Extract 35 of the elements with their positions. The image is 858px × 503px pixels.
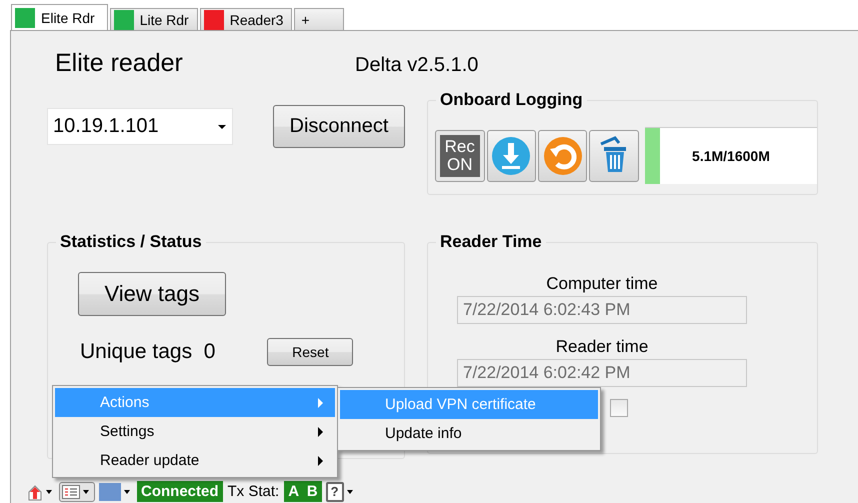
menu-item[interactable]: Settings — [55, 417, 335, 446]
tab[interactable]: Elite Rdr — [11, 4, 108, 30]
reset-button[interactable]: Reset — [267, 338, 354, 366]
menu-item[interactable]: Reader update — [55, 446, 335, 475]
computer-time-label: Computer time — [545, 274, 659, 294]
unique-tags-label: Unique tags — [80, 340, 194, 364]
delete-button[interactable] — [589, 130, 639, 182]
version-label: Delta v2.5.1.0 — [355, 54, 478, 77]
download-icon — [491, 136, 532, 176]
tab[interactable]: + — [294, 8, 344, 30]
reader-time-field: 7/22/2014 6:02:42 PM — [457, 359, 747, 387]
menu-item[interactable]: Update info — [340, 419, 598, 448]
list-icon — [62, 484, 80, 498]
checkbox[interactable] — [610, 399, 628, 417]
tab[interactable]: Lite Rdr — [110, 8, 198, 30]
download-button[interactable] — [486, 130, 536, 182]
house-arrow-icon — [27, 482, 43, 500]
view-tags-button[interactable]: View tags — [78, 272, 226, 316]
connection-status: Connected — [137, 481, 223, 502]
address-dropdown[interactable]: 10.19.1.101 — [47, 108, 233, 145]
reader-time-label: Reader time — [554, 337, 650, 357]
refresh-button[interactable] — [538, 130, 588, 182]
reader-title: Elite reader — [55, 49, 183, 78]
unique-tags-count: 0 — [204, 340, 216, 364]
storage-reading: 5.1M/1600M — [692, 148, 770, 164]
refresh-icon — [542, 136, 583, 176]
swatch-icon — [99, 482, 121, 500]
list-view-button[interactable] — [59, 482, 95, 502]
tx-stat-label: Tx Stat: — [228, 483, 280, 500]
computer-time-field: 7/22/2014 6:02:43 PM — [457, 296, 747, 324]
tx-channels: A B — [284, 481, 322, 502]
group-title: Onboard Logging — [436, 90, 587, 110]
record-button[interactable]: Rec ON — [435, 130, 485, 182]
tab[interactable]: Reader3 — [200, 8, 292, 30]
disconnect-button[interactable]: Disconnect — [273, 105, 405, 148]
